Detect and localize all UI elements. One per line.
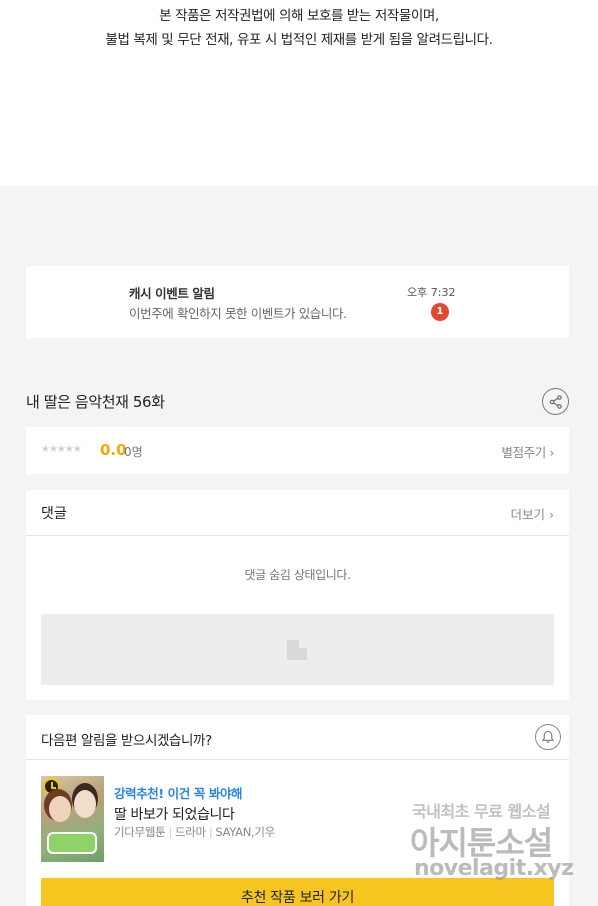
comments-header: 댓글 더보기 ›: [26, 490, 569, 536]
next-episode-alert-question: 다음편 알림을 받으시겠습니까?: [41, 733, 212, 749]
placeholder-image-icon: [287, 640, 307, 660]
next-episode-section: 다음편 알림을 받으시겠습니까? 강력추천! 이건 꼭 봐야해 딸 바보가 되었…: [26, 715, 569, 906]
comments-label: 댓글: [41, 506, 67, 522]
share-button[interactable]: [542, 388, 569, 415]
view-recommended-button[interactable]: 추천 작품 보러 가기: [41, 878, 554, 906]
event-badge: 1: [431, 303, 449, 321]
comments-section: 댓글 더보기 › 댓글 숨김 상태입니다.: [26, 490, 569, 700]
notification-bell-button[interactable]: [535, 724, 561, 750]
rating-score: 0.0: [100, 441, 127, 459]
rating-stars-icon: ★★★★★: [41, 444, 82, 455]
event-time: 오후 7:32: [407, 286, 456, 299]
recommended-cover-image[interactable]: [41, 776, 104, 862]
copyright-notice: 본 작품은 저작권법에 의해 보호를 받는 저작물이며, 불법 복제 및 무단 …: [0, 0, 598, 186]
share-icon: [549, 394, 562, 409]
comment-placeholder: [41, 614, 554, 685]
recommended-title[interactable]: 딸 바보가 되었습니다: [114, 804, 235, 824]
genre-label: 드라마: [174, 825, 206, 839]
author-label: SAYAN,기우: [215, 825, 275, 839]
next-episode-header: 다음편 알림을 받으시겠습니까?: [26, 715, 569, 760]
episode-title: 내 딸은 음악천재 56화: [26, 393, 165, 411]
notice-line-1: 본 작품은 저작권법에 의해 보호를 받는 저작물이며,: [159, 8, 439, 24]
wait-free-clock-icon: [43, 778, 60, 795]
comments-more-button[interactable]: 더보기 ›: [511, 504, 554, 523]
event-title: 캐시 이벤트 알림: [129, 286, 215, 301]
recommended-meta: 기다무웹툰 | 드라마 | SAYAN,기우: [114, 825, 275, 839]
rating-count: 0명: [124, 445, 143, 459]
bell-icon: [541, 730, 555, 743]
genre-label: 기다무웹툰: [114, 825, 166, 839]
notice-line-2: 불법 복제 및 무단 전재, 유포 시 법적인 제재를 받게 됨을 알려드립니다…: [105, 32, 493, 48]
comments-hidden-message: 댓글 숨김 상태입니다.: [244, 568, 351, 582]
rating-bar: ★★★★★ 0.0 0명 별점주기 ›: [26, 427, 569, 474]
rate-button[interactable]: 별점주기 ›: [501, 442, 554, 461]
recommend-tag: 강력추천! 이건 꼭 봐야해: [114, 786, 243, 801]
cash-event-notification[interactable]: 캐시 이벤트 알림 이번주에 확인하지 못한 이벤트가 있습니다. 오후 7:3…: [26, 266, 569, 338]
event-description: 이번주에 확인하지 못한 이벤트가 있습니다.: [129, 306, 347, 321]
